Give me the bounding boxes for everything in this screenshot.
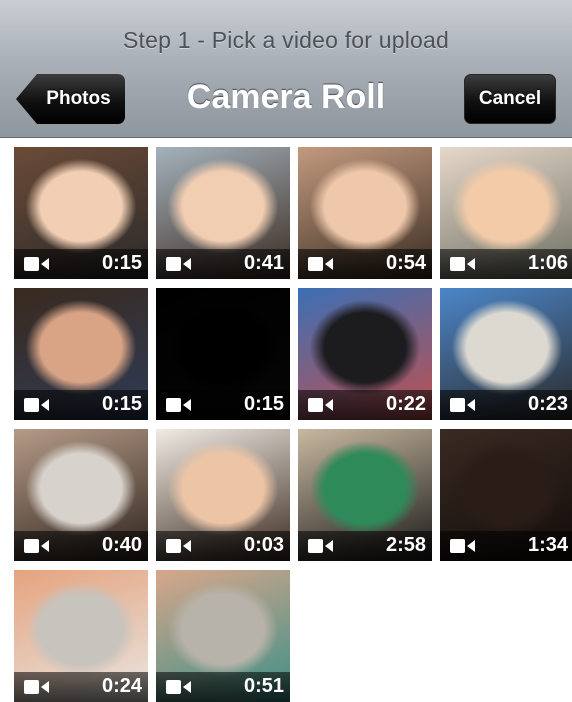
video-duration: 0:22 (385, 393, 426, 415)
video-camera-icon (24, 257, 49, 271)
video-camera-icon (166, 680, 191, 694)
duration-bar: 0:22 (298, 390, 432, 420)
video-duration: 2:58 (385, 534, 426, 556)
video-camera-icon (308, 398, 333, 412)
video-thumbnail-grid: 0:15 0:41 0:54 1:06 0:15 0:15 0:22 0:23 0:40 0:03… (0, 138, 572, 702)
video-camera-icon (450, 257, 475, 271)
duration-bar: 0:24 (14, 672, 148, 702)
duration-bar: 0:54 (298, 249, 432, 279)
video-duration: 1:06 (527, 252, 568, 274)
video-duration: 0:15 (101, 393, 142, 415)
duration-bar: 2:58 (298, 531, 432, 561)
step-prompt: Step 1 - Pick a video for upload (122, 27, 450, 53)
video-thumbnail[interactable]: 0:22 (298, 288, 432, 420)
duration-bar: 1:34 (440, 531, 572, 561)
video-duration: 0:54 (385, 252, 426, 274)
video-duration: 0:41 (243, 252, 284, 274)
video-camera-icon (24, 398, 49, 412)
video-thumbnail[interactable]: 0:54 (298, 147, 432, 279)
duration-bar: 0:15 (156, 390, 290, 420)
video-camera-icon (308, 539, 333, 553)
video-thumbnail[interactable]: 0:41 (156, 147, 290, 279)
video-thumbnail[interactable]: 1:34 (440, 429, 572, 561)
video-thumbnail[interactable]: 0:15 (156, 288, 290, 420)
duration-bar: 0:15 (14, 390, 148, 420)
video-thumbnail[interactable]: 0:15 (14, 147, 148, 279)
video-duration: 0:23 (527, 393, 568, 415)
video-thumbnail[interactable]: 0:15 (14, 288, 148, 420)
duration-bar: 0:15 (14, 249, 148, 279)
duration-bar: 0:40 (14, 531, 148, 561)
duration-bar: 0:03 (156, 531, 290, 561)
video-thumbnail[interactable]: 2:58 (298, 429, 432, 561)
video-thumbnail[interactable]: 0:03 (156, 429, 290, 561)
video-camera-icon (166, 539, 191, 553)
video-thumbnail[interactable]: 1:06 (440, 147, 572, 279)
video-duration: 0:40 (101, 534, 142, 556)
video-camera-icon (308, 257, 333, 271)
video-camera-icon (166, 257, 191, 271)
video-camera-icon (24, 680, 49, 694)
video-duration: 0:51 (243, 675, 284, 697)
video-camera-icon (166, 398, 191, 412)
video-duration: 0:15 (101, 252, 142, 274)
video-duration: 0:03 (243, 534, 284, 556)
video-camera-icon (450, 539, 475, 553)
video-camera-icon (450, 398, 475, 412)
video-duration: 0:15 (243, 393, 284, 415)
duration-bar: 0:23 (440, 390, 572, 420)
duration-bar: 0:41 (156, 249, 290, 279)
video-camera-icon (24, 539, 49, 553)
navigation-bar: Step 1 - Pick a video for upload Photos … (0, 0, 572, 138)
duration-bar: 1:06 (440, 249, 572, 279)
video-thumbnail[interactable]: 0:24 (14, 570, 148, 702)
video-thumbnail[interactable]: 0:40 (14, 429, 148, 561)
duration-bar: 0:51 (156, 672, 290, 702)
video-duration: 0:24 (101, 675, 142, 697)
video-duration: 1:34 (527, 534, 568, 556)
video-thumbnail[interactable]: 0:23 (440, 288, 572, 420)
cancel-button[interactable]: Cancel (464, 74, 556, 124)
video-thumbnail[interactable]: 0:51 (156, 570, 290, 702)
